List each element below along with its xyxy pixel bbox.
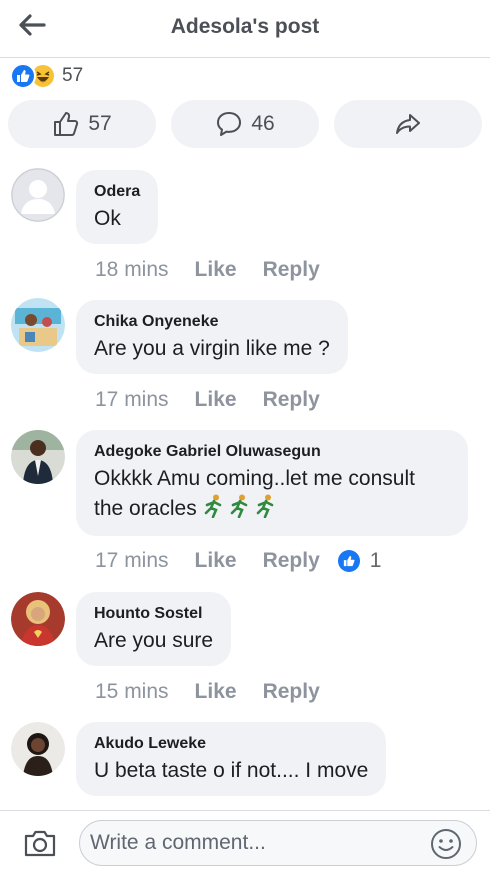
avatar[interactable] <box>11 592 65 646</box>
comment-time: 15 mins <box>95 680 169 703</box>
comment-text: Okkkk Amu coming..let me consult the ora… <box>94 464 450 524</box>
comment-bubble[interactable]: Odera Ok <box>76 170 159 244</box>
reaction-count: 57 <box>62 65 84 86</box>
comment-like-button[interactable]: Like <box>195 388 237 412</box>
comment-bubble[interactable]: Chika Onyeneke Are you a virgin like me … <box>76 300 348 374</box>
camera-icon[interactable] <box>22 827 58 859</box>
comment-text: Are you a virgin like me ? <box>94 337 330 360</box>
comment-time: 18 mins <box>95 258 169 281</box>
comment-reaction-count[interactable]: 1 <box>370 549 382 573</box>
comment-bubble[interactable]: Hounto Sostel Are you sure <box>76 592 232 666</box>
comment-text-line: the oracles <box>94 497 197 520</box>
running-person-icon <box>204 494 221 518</box>
like-reaction-icon <box>10 63 36 89</box>
like-reaction-icon[interactable] <box>337 550 360 572</box>
comment-author[interactable]: Adegoke Gabriel Oluwasegun <box>94 442 450 462</box>
comment-time: 17 mins <box>95 388 169 411</box>
comment-text-line-2: the oracles <box>94 494 450 524</box>
comment-text-line: Okkkk Amu coming..let me consult <box>94 467 415 490</box>
comment-reply-button[interactable]: Reply <box>263 388 320 412</box>
post-actions: 57 46 <box>8 100 482 148</box>
smiley-icon[interactable] <box>430 828 462 860</box>
comment-meta: 17 mins Like Reply 1 <box>95 549 381 573</box>
comment-bubble[interactable]: Akudo Leweke U beta taste o if not.... I… <box>76 722 387 796</box>
comment-reply-button[interactable]: Reply <box>263 680 320 704</box>
comment-bubble[interactable]: Adegoke Gabriel Oluwasegun Okkkk Amu com… <box>76 430 468 536</box>
comment-like-button[interactable]: Like <box>195 258 237 282</box>
like-count: 57 <box>88 112 112 135</box>
comment-meta: 18 mins Like Reply <box>95 258 338 282</box>
comment-like-button[interactable]: Like <box>195 549 237 573</box>
avatar[interactable] <box>11 168 65 222</box>
avatar[interactable] <box>11 430 65 484</box>
comment-text: U beta taste o if not.... I move <box>94 759 369 782</box>
share-button[interactable] <box>334 100 482 148</box>
post-header: Adesola's post <box>0 0 490 58</box>
comment-button[interactable]: 46 <box>171 100 319 148</box>
comment-meta: 15 mins Like Reply <box>95 680 338 704</box>
comment-author[interactable]: Hounto Sostel <box>94 604 213 624</box>
comment-reply-button[interactable]: Reply <box>263 258 320 282</box>
running-person-icon <box>256 494 273 518</box>
avatar[interactable] <box>11 722 65 776</box>
comment-text: Ok <box>94 207 121 230</box>
comment-like-button[interactable]: Like <box>195 680 237 704</box>
comment-author[interactable]: Akudo Leweke <box>94 734 368 754</box>
avatar[interactable] <box>11 298 65 352</box>
share-icon <box>396 114 420 134</box>
reaction-summary[interactable]: 57 <box>10 62 83 90</box>
comment-icon <box>217 112 242 136</box>
like-icon <box>54 112 79 136</box>
running-person-icon <box>230 494 247 518</box>
page-title: Adesola's post <box>170 15 320 38</box>
comment-author[interactable]: Odera <box>94 182 140 202</box>
comment-author[interactable]: Chika Onyeneke <box>94 312 330 332</box>
like-button[interactable]: 57 <box>8 100 156 148</box>
comment-reply-button[interactable]: Reply <box>263 549 320 573</box>
comment-text: Are you sure <box>94 629 214 652</box>
comment-meta: 17 mins Like Reply <box>95 388 338 412</box>
comment-composer: Write a comment... <box>0 810 490 875</box>
comment-count: 46 <box>251 112 275 135</box>
comment-time: 17 mins <box>95 549 169 572</box>
comment-input[interactable]: Write a comment... <box>79 820 477 866</box>
